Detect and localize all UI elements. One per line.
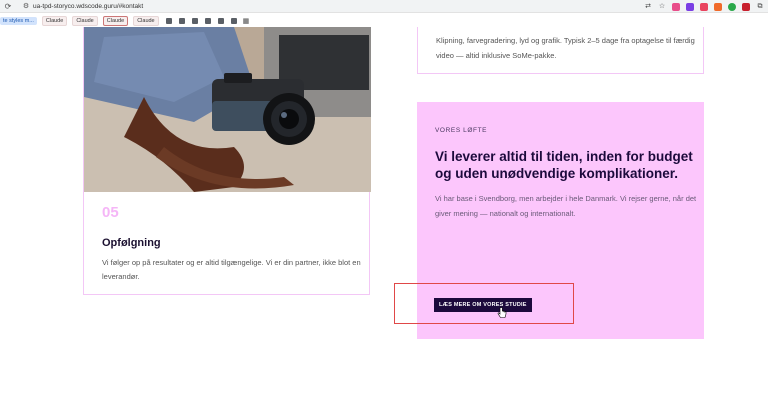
bookmarks-bar: te styles m... Claude Claude Claude Clau… — [0, 14, 768, 27]
card-title: Opfølgning — [102, 237, 161, 249]
bookmark-favicon-icon[interactable] — [217, 17, 224, 24]
bookmark-favicon-icon[interactable] — [165, 17, 172, 24]
extension-icon[interactable] — [672, 2, 680, 11]
translate-icon[interactable]: ⇄ — [644, 3, 652, 11]
card-description: Vi følger op på resultater og er altid t… — [102, 258, 361, 281]
section-eyebrow: VORES LØFTE — [435, 127, 488, 134]
apps-grid-icon[interactable]: ▦ — [243, 17, 250, 25]
toolbar-extensions: ⇄ ☆ ⧉ — [644, 0, 764, 13]
promise-heading: Vi leverer altid til tiden, inden for bu… — [435, 149, 693, 181]
bookmark-item[interactable]: Claude — [41, 15, 68, 26]
bookmark-favicon-icon[interactable] — [204, 17, 211, 24]
bookmark-item[interactable]: Claude — [72, 15, 98, 26]
bookmark-item[interactable]: te styles m... — [0, 16, 37, 25]
service-card-followup: 05 Opfølgning Vi følger op på resultater… — [83, 27, 371, 295]
camera-image-icon — [84, 27, 371, 192]
extension-icon[interactable] — [714, 2, 722, 11]
service-card-editing: Klipning, farvegradering, lyd og grafik.… — [417, 27, 704, 74]
extension-icon[interactable] — [686, 2, 694, 11]
extension-icon[interactable] — [700, 2, 708, 11]
bookmark-item[interactable]: Claude — [133, 15, 159, 26]
bookmark-favicon-icon[interactable] — [191, 17, 198, 24]
bookmark-favicon-icon[interactable] — [178, 17, 185, 24]
step-number: 05 — [102, 204, 119, 221]
reload-icon[interactable]: ⟳ — [3, 2, 13, 11]
annotation-highlight-box — [394, 283, 574, 324]
site-info-icon[interactable]: ⚙ — [21, 2, 31, 10]
address-bar[interactable]: ua-tpd-storyco.wdscode.guru/#kontakt — [33, 3, 143, 10]
extension-icon[interactable] — [742, 2, 750, 11]
card-description: Klipning, farvegradering, lyd og grafik.… — [436, 36, 695, 60]
page-content: 05 Opfølgning Vi følger op på resultater… — [0, 27, 768, 409]
bookmark-item[interactable]: Claude — [102, 15, 129, 26]
hand-cursor-icon — [497, 307, 507, 318]
promise-description: Vi har base i Svendborg, men arbejder i … — [435, 194, 697, 218]
bookmark-star-icon[interactable]: ☆ — [658, 3, 666, 11]
extension-icon[interactable] — [728, 2, 736, 11]
browser-toolbar: ⟳ ⚙ ua-tpd-storyco.wdscode.guru/#kontakt… — [0, 0, 768, 13]
bookmark-favicon-icon[interactable] — [230, 17, 237, 24]
extensions-puzzle-icon[interactable]: ⧉ — [756, 3, 764, 11]
camera-photo — [84, 27, 371, 192]
